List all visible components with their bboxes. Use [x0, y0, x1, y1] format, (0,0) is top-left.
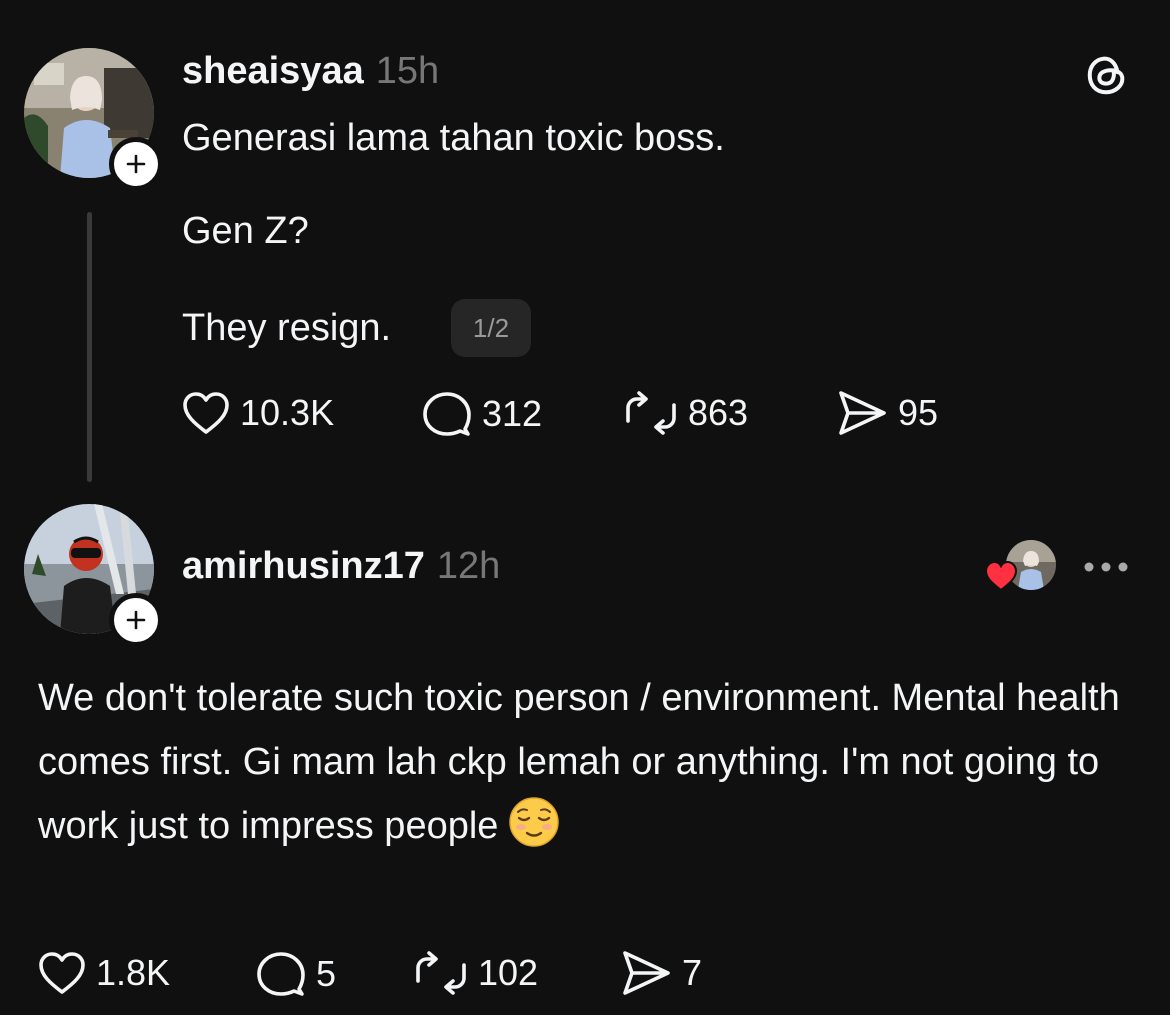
original-post-username[interactable]: sheaisyaa: [182, 50, 364, 93]
thread-connector-line: [87, 212, 92, 482]
reply-repost-count: 102: [478, 952, 539, 993]
more-options-button[interactable]: [1080, 550, 1132, 584]
share-icon: [839, 391, 886, 435]
comment-icon: [257, 952, 305, 996]
original-post-text-line-2: Gen Z?: [182, 210, 309, 252]
repost-icon: [626, 391, 676, 435]
follow-sheaisyaa-button[interactable]: [109, 137, 163, 191]
reply-repost-button[interactable]: 102: [414, 951, 538, 995]
original-share-count: 95: [898, 392, 939, 433]
original-like-button[interactable]: 10.3K: [182, 391, 334, 435]
original-reply-count: 312: [482, 393, 543, 434]
original-like-count: 10.3K: [240, 392, 335, 433]
reply-share-button[interactable]: 7: [620, 949, 702, 997]
heart-icon: [183, 392, 229, 434]
reply-post-header: amirhusinz17 12h: [182, 545, 500, 588]
threads-screenshot: sheaisyaa 15h Generasi lama tahan toxic …: [0, 0, 1170, 1015]
reply-post-text: We don't tolerate such toxic person / en…: [38, 666, 1138, 858]
reply-share-count: 7: [682, 952, 703, 993]
original-share-button[interactable]: 95: [836, 389, 938, 437]
plus-icon: [126, 610, 146, 630]
original-post-text-line-3: They resign.: [182, 307, 392, 349]
heart-icon: [39, 952, 85, 994]
liked-by-author-indicator: [984, 540, 1060, 594]
original-reply-button[interactable]: 312: [422, 390, 542, 438]
more-icon: [1084, 562, 1128, 572]
thread-page-indicator: 1/2: [451, 299, 531, 357]
share-icon: [623, 951, 670, 995]
relieved-face-emoji: [508, 796, 560, 848]
original-post-header: sheaisyaa 15h: [182, 50, 439, 93]
reply-reply-button[interactable]: 5: [256, 950, 336, 998]
liked-by-author-heart-icon: [984, 560, 1018, 592]
original-post-time: 15h: [375, 50, 440, 92]
reply-like-count: 1.8K: [96, 952, 171, 993]
comment-icon: [423, 392, 471, 436]
threads-logo-icon[interactable]: [1084, 52, 1130, 98]
reply-post-username[interactable]: amirhusinz17: [182, 545, 425, 588]
original-repost-button[interactable]: 863: [624, 391, 748, 435]
original-repost-count: 863: [688, 392, 749, 433]
reply-reply-count: 5: [316, 953, 337, 994]
repost-icon: [416, 951, 466, 995]
reply-post-body: We don't tolerate such toxic person / en…: [38, 677, 1120, 847]
follow-amirhusinz17-button[interactable]: [109, 593, 163, 647]
original-post-text-line-1: Generasi lama tahan toxic boss.: [182, 117, 725, 159]
plus-icon: [126, 154, 146, 174]
reply-like-button[interactable]: 1.8K: [38, 951, 170, 995]
reply-post-time: 12h: [436, 545, 501, 587]
